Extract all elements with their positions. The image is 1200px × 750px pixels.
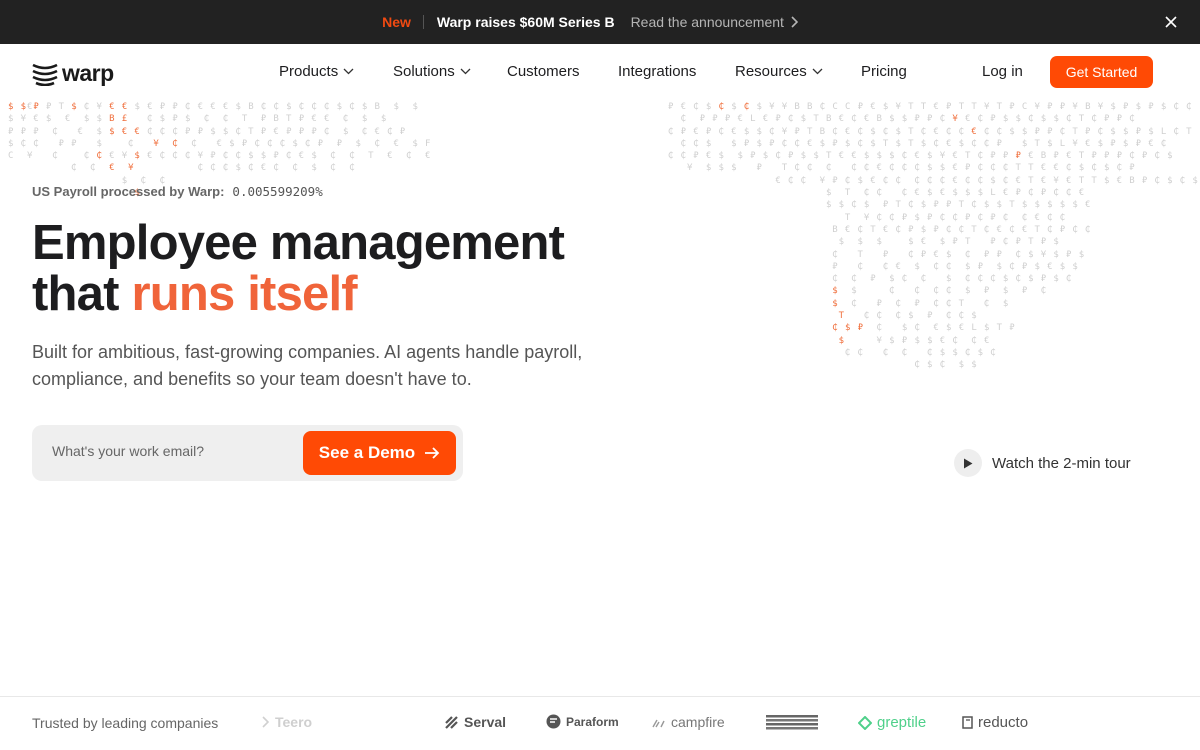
watch-tour-label: Watch the 2-min tour	[992, 454, 1131, 472]
email-input[interactable]	[52, 443, 292, 459]
announcement-headline: Warp raises $60M Series B	[436, 14, 615, 30]
greptile-logo-icon	[858, 715, 872, 730]
brand-campfire: campfire	[652, 714, 725, 730]
nav-customers-label: Customers	[507, 63, 580, 80]
brand-serval: Serval	[444, 714, 506, 730]
brand-greptile: greptile	[858, 714, 926, 731]
brand-paraform: Paraform	[546, 714, 619, 729]
chevron-down-icon	[343, 68, 354, 75]
email-form: See a Demo	[32, 425, 463, 481]
nav-customers[interactable]: Customers	[507, 63, 580, 80]
nav-resources-label: Resources	[735, 63, 807, 80]
teero-logo-icon	[262, 716, 270, 728]
serval-logo-icon	[445, 715, 458, 729]
hero-title-line1: Employee management	[32, 216, 565, 270]
nav-resources[interactable]: Resources	[735, 63, 823, 80]
brand-bluesmart: bluesmart	[766, 714, 818, 730]
get-started-button[interactable]: Get Started	[1050, 56, 1153, 88]
login-link[interactable]: Log in	[982, 63, 1023, 80]
play-icon	[954, 449, 982, 477]
trusted-label: Trusted by leading companies	[32, 715, 219, 731]
nav-solutions[interactable]: Solutions	[393, 63, 471, 80]
paraform-logo-icon	[546, 714, 561, 729]
chevron-down-icon	[812, 68, 823, 75]
announcement-tag: New	[382, 14, 411, 30]
hero-title-accent: runs itself	[131, 267, 357, 321]
logo[interactable]: warp	[32, 60, 114, 87]
brand-reducto: reducto	[962, 714, 1028, 731]
nav-solutions-label: Solutions	[393, 63, 455, 80]
nav-products[interactable]: Products	[279, 63, 354, 80]
nav-integrations[interactable]: Integrations	[618, 63, 696, 80]
trusted-bar: Trusted by leading companies Teero Serva…	[0, 696, 1200, 750]
see-demo-label: See a Demo	[318, 443, 416, 462]
warp-logo-icon	[32, 63, 58, 86]
page: New Warp raises $60M Series B Read the a…	[0, 0, 1200, 750]
nav-pricing[interactable]: Pricing	[861, 63, 907, 80]
chevron-right-icon	[791, 16, 798, 28]
hero-title: Employee management that runs itself	[32, 216, 565, 321]
hero-title-prefix: that	[32, 267, 132, 321]
close-icon[interactable]	[1162, 13, 1180, 31]
logo-wordmark: warp	[62, 60, 114, 86]
ticker-value: 0.005599209%	[232, 184, 323, 199]
reducto-logo-icon	[962, 716, 973, 729]
hero-subtitle: Built for ambitious, fast-growing compan…	[32, 342, 583, 389]
watch-tour-button[interactable]: Watch the 2-min tour	[954, 449, 1131, 477]
nav-integrations-label: Integrations	[618, 63, 697, 80]
arrow-right-icon	[425, 447, 440, 459]
nav-products-label: Products	[279, 63, 339, 80]
announcement-divider	[422, 15, 424, 29]
brand-teero: Teero	[262, 714, 312, 730]
campfire-logo-icon	[652, 719, 665, 728]
nav-pricing-label: Pricing	[861, 63, 907, 80]
announcement-link[interactable]: Read the announcement	[631, 14, 798, 30]
payroll-ticker: US Payroll processed by Warp: 0.00559920…	[32, 184, 323, 199]
ticker-label: US Payroll processed by Warp:	[32, 184, 225, 199]
chevron-down-icon	[460, 68, 471, 75]
see-demo-button[interactable]: See a Demo	[303, 431, 456, 475]
main-nav: warp Products Solutions Customers Integr…	[0, 44, 1200, 100]
currency-pattern-right: ₽ € ₵ $ ₵ $ ₵ $ ¥ ¥ B B ₵ C C ₽ € $ ¥ T …	[668, 102, 1199, 371]
announcement-bar: New Warp raises $60M Series B Read the a…	[0, 0, 1200, 44]
bluesmart-logo-icon	[766, 715, 818, 730]
announcement-link-label: Read the announcement	[630, 14, 784, 30]
